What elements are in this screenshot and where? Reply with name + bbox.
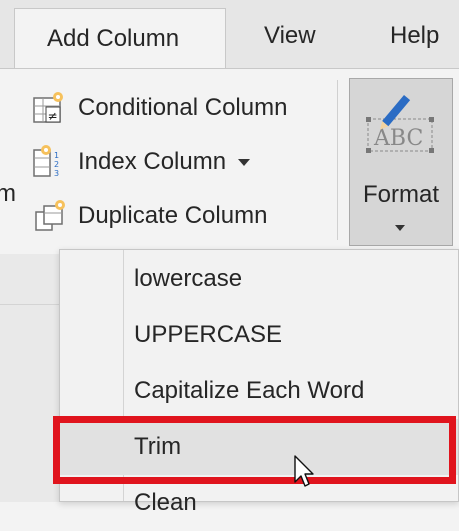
chevron-down-icon bbox=[395, 225, 405, 231]
tab-view[interactable]: View bbox=[264, 22, 316, 50]
index-column-button[interactable]: 1 2 3 Index Column bbox=[32, 144, 251, 180]
format-button[interactable]: ABC Format bbox=[349, 78, 453, 246]
tab-add-column[interactable]: Add Column bbox=[14, 8, 226, 70]
chevron-down-icon[interactable] bbox=[238, 158, 251, 166]
menu-item-trim[interactable]: Trim bbox=[60, 419, 458, 475]
index-column-label: Index Column bbox=[78, 148, 227, 175]
duplicate-column-label: Duplicate Column bbox=[78, 202, 268, 229]
menu-item-uppercase[interactable]: UPPERCASE bbox=[60, 307, 458, 363]
svg-text:ABC: ABC bbox=[373, 126, 423, 151]
conditional-column-icon: ≠ bbox=[32, 90, 68, 126]
format-label: Format bbox=[362, 181, 439, 208]
svg-text:3: 3 bbox=[54, 169, 59, 178]
svg-text:2: 2 bbox=[54, 160, 59, 169]
menu-item-lowercase[interactable]: lowercase bbox=[60, 251, 458, 307]
index-column-icon: 1 2 3 bbox=[32, 144, 68, 180]
partial-command-label: m bbox=[0, 180, 16, 207]
menu-item-clean[interactable]: Clean bbox=[60, 475, 458, 531]
ribbon-group-divider bbox=[337, 80, 338, 240]
duplicate-column-button[interactable]: Duplicate Column bbox=[32, 198, 267, 234]
conditional-column-label: Conditional Column bbox=[78, 94, 288, 121]
menu-item-capitalize-each-word[interactable]: Capitalize Each Word bbox=[60, 363, 458, 419]
svg-text:≠: ≠ bbox=[48, 109, 58, 123]
tab-help[interactable]: Help bbox=[390, 22, 439, 50]
mouse-pointer-icon bbox=[293, 455, 317, 491]
svg-text:1: 1 bbox=[54, 151, 59, 160]
format-abc-icon: ABC bbox=[364, 89, 440, 165]
duplicate-column-icon bbox=[32, 198, 68, 234]
format-dropdown-menu: lowercase UPPERCASE Capitalize Each Word… bbox=[59, 249, 459, 516]
conditional-column-button[interactable]: ≠ Conditional Column bbox=[32, 90, 287, 126]
ribbon-tab-strip: Add Column View Help bbox=[0, 0, 459, 70]
